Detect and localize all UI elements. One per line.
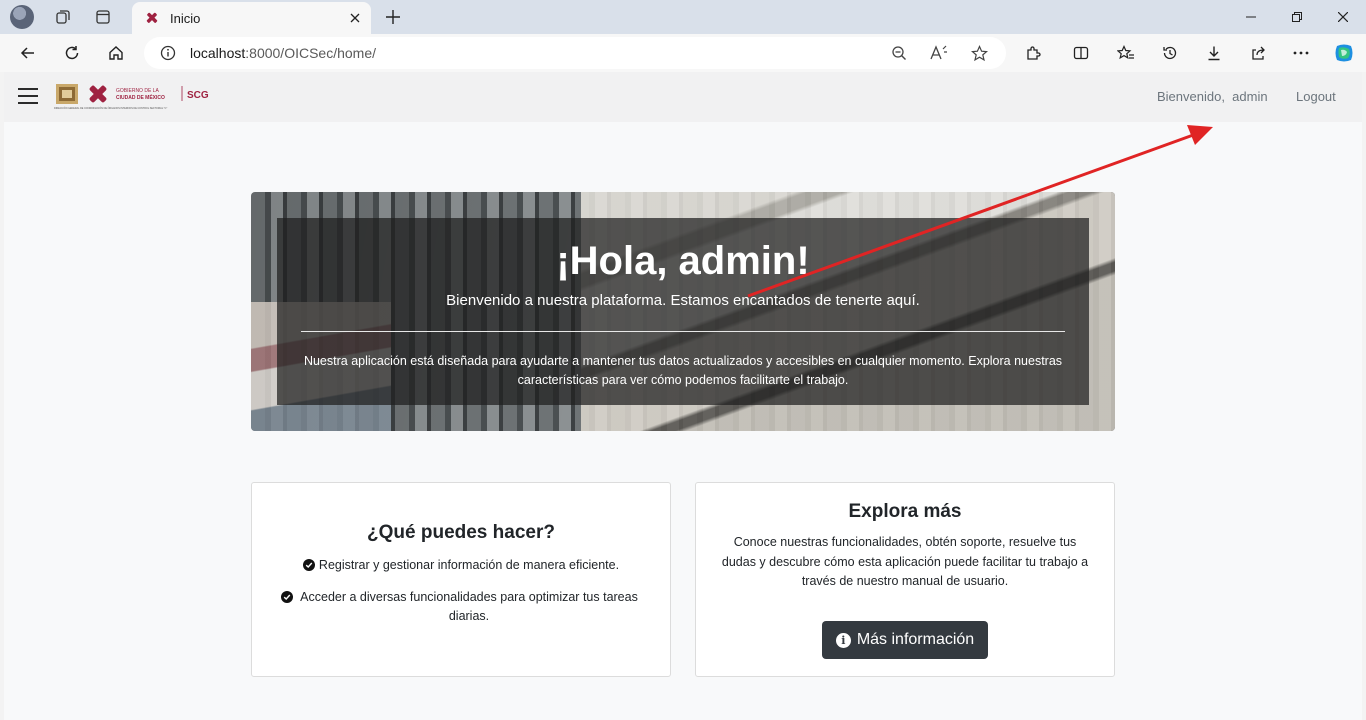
close-tab-icon[interactable] <box>345 8 365 28</box>
favorite-star-icon[interactable] <box>966 41 992 65</box>
site-info-icon[interactable] <box>160 45 176 61</box>
more-options-icon[interactable] <box>1285 38 1317 68</box>
browser-tab-strip: Inicio <box>0 0 1366 34</box>
explore-more-card: Explora más Conoce nuestras funcionalida… <box>695 482 1115 677</box>
browser-toolbar: localhost:8000/OICSec/home/ <box>0 34 1366 72</box>
card-right-title: Explora más <box>848 501 962 522</box>
logo-caption: DIRECCIÓN GENERAL DE COORDINACIÓN DE ÓRG… <box>54 107 167 110</box>
logout-link[interactable]: Logout <box>1296 89 1336 104</box>
logo-line-2: CIUDAD DE MÉXICO <box>116 93 165 101</box>
logo-scg: SCG <box>187 90 209 101</box>
zoom-icon[interactable] <box>886 41 912 65</box>
cdmx-logo[interactable]: GOBIERNO DE LA CIUDAD DE MÉXICO SCG DIRE… <box>54 82 224 112</box>
restore-icon[interactable] <box>1274 2 1320 32</box>
favorites-icon[interactable] <box>1110 38 1142 68</box>
feature-item: Registrar y gestionar información de man… <box>252 556 670 575</box>
history-icon[interactable] <box>1154 38 1186 68</box>
minimize-icon[interactable] <box>1228 2 1274 32</box>
vertical-tabs-icon[interactable] <box>88 4 118 30</box>
refresh-icon[interactable] <box>56 38 88 68</box>
feature-item: Acceder a diversas funcionalidades para … <box>281 588 641 626</box>
check-circle-icon <box>281 591 293 603</box>
back-icon[interactable] <box>12 38 44 68</box>
address-bar[interactable]: localhost:8000/OICSec/home/ <box>144 37 1006 69</box>
workspaces-icon[interactable] <box>48 4 78 30</box>
copilot-icon[interactable] <box>1328 38 1360 68</box>
hero-subtitle: Bienvenido a nuestra plataforma. Estamos… <box>446 292 920 309</box>
more-info-button[interactable]: i Más información <box>822 621 988 659</box>
hero-description: Nuestra aplicación está diseñada para ay… <box>303 354 1063 387</box>
downloads-icon[interactable] <box>1198 38 1230 68</box>
new-tab-button[interactable] <box>380 4 406 30</box>
site-favicon <box>146 12 158 23</box>
hero-divider <box>301 331 1065 332</box>
tab-title: Inicio <box>170 10 201 26</box>
top-navbar: GOBIERNO DE LA CIUDAD DE MÉXICO SCG DIRE… <box>4 72 1362 122</box>
split-screen-icon[interactable] <box>1065 38 1097 68</box>
welcome-text: Bienvenido, admin <box>1157 89 1268 104</box>
extensions-icon[interactable] <box>1017 38 1049 68</box>
logo-graphic: GOBIERNO DE LA CIUDAD DE MÉXICO SCG DIRE… <box>54 84 209 110</box>
hero-banner: ¡Hola, admin! Bienvenido a nuestra plata… <box>251 192 1115 431</box>
close-window-icon[interactable] <box>1320 2 1366 32</box>
card-right-description: Conoce nuestras funcionalidades, obtén s… <box>721 535 1089 588</box>
logo-line-1: GOBIERNO DE LA <box>116 88 159 94</box>
what-you-can-do-card: ¿Qué puedes hacer? Registrar y gestionar… <box>251 482 671 677</box>
hero-overlay: ¡Hola, admin! Bienvenido a nuestra plata… <box>277 218 1089 405</box>
info-circle-icon: i <box>835 632 851 648</box>
check-circle-icon <box>302 559 315 571</box>
home-icon[interactable] <box>100 38 132 68</box>
share-icon[interactable] <box>1242 38 1274 68</box>
hero-title: ¡Hola, admin! <box>556 239 810 283</box>
read-aloud-icon[interactable] <box>926 41 952 65</box>
profile-avatar[interactable] <box>10 5 34 29</box>
url-text: localhost:8000/OICSec/home/ <box>190 45 377 61</box>
active-tab[interactable]: Inicio <box>132 2 371 34</box>
menu-toggle-icon[interactable] <box>18 88 38 106</box>
card-left-title: ¿Qué puedes hacer? <box>367 522 555 543</box>
page-content: GOBIERNO DE LA CIUDAD DE MÉXICO SCG DIRE… <box>4 72 1362 720</box>
